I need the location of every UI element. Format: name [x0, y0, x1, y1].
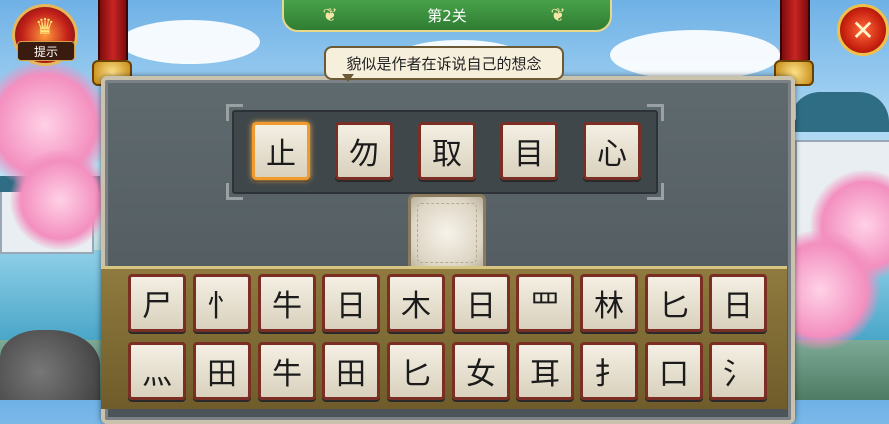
- tip-button[interactable]: ♛ 提示: [12, 4, 78, 66]
- cloud: [120, 20, 260, 64]
- cloud: [610, 30, 780, 80]
- clue-tile[interactable]: 止: [252, 122, 310, 180]
- clue-tile[interactable]: 勿: [335, 122, 393, 180]
- keyboard-tile[interactable]: 林: [580, 274, 638, 332]
- cherry-blossom: [10, 150, 110, 250]
- keyboard-tile[interactable]: 罒: [516, 274, 574, 332]
- keyboard-tile[interactable]: 忄: [193, 274, 251, 332]
- keyboard-tile[interactable]: 日: [709, 274, 767, 332]
- keyboard-tile[interactable]: 牛: [258, 342, 316, 400]
- trophy-icon: ♛: [35, 15, 55, 40]
- close-icon: ✕: [851, 13, 875, 47]
- cloud-ornament-icon: ❦: [550, 4, 566, 26]
- clue-tile[interactable]: 取: [418, 122, 476, 180]
- tip-label: 提示: [17, 41, 75, 61]
- keyboard-tile[interactable]: 匕: [645, 274, 703, 332]
- close-button[interactable]: ✕: [837, 4, 889, 56]
- clue-tile[interactable]: 目: [500, 122, 558, 180]
- rocks: [0, 330, 100, 400]
- keyboard-tile[interactable]: 田: [322, 342, 380, 400]
- keyboard-tile[interactable]: 灬: [128, 342, 186, 400]
- frame-corner: [226, 183, 243, 200]
- frame-corner: [647, 104, 664, 121]
- keyboard-tile[interactable]: 耳: [516, 342, 574, 400]
- level-title: 第2关: [427, 6, 467, 25]
- keyboard-tile[interactable]: 氵: [709, 342, 767, 400]
- keyboard-tile[interactable]: 田: [193, 342, 251, 400]
- hint-bubble: 貌似是作者在诉说自己的想念: [324, 46, 564, 82]
- hint-text: 貌似是作者在诉说自己的想念: [346, 54, 542, 73]
- answer-slot[interactable]: [408, 194, 486, 272]
- keyboard-tile[interactable]: 日: [452, 274, 510, 332]
- clue-tile[interactable]: 心: [583, 122, 641, 180]
- keyboard-tile[interactable]: 牛: [258, 274, 316, 332]
- pavilion-roof-right: [790, 92, 889, 132]
- cloud-ornament-icon: ❦: [322, 4, 338, 26]
- keyboard-tile[interactable]: 日: [322, 274, 380, 332]
- keyboard-tile[interactable]: 女: [452, 342, 510, 400]
- red-pillar-right: [780, 0, 810, 60]
- keyboard-tile[interactable]: 扌: [580, 342, 638, 400]
- frame-corner: [647, 183, 664, 200]
- keyboard-tile[interactable]: 木: [387, 274, 445, 332]
- keyboard-tile[interactable]: 尸: [128, 274, 186, 332]
- keyboard-tile[interactable]: 匕: [387, 342, 445, 400]
- red-pillar-left: [98, 0, 128, 60]
- frame-corner: [226, 104, 243, 121]
- keyboard-tile[interactable]: 口: [645, 342, 703, 400]
